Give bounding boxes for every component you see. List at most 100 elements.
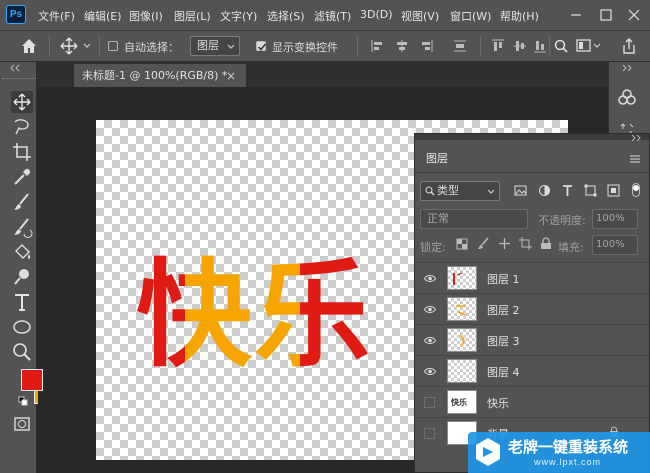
foreground-color-fill-top	[22, 370, 42, 390]
visibility-toggle[interactable]	[424, 397, 435, 408]
watermark-badge: 老牌一键重装系统 www.lpxt.com	[468, 432, 650, 473]
filter-adjustment-icon[interactable]	[538, 184, 551, 197]
distribute-icon[interactable]	[452, 38, 468, 54]
default-colors-icon[interactable]	[18, 396, 28, 406]
menu-edit[interactable]: 编辑(E)	[84, 8, 122, 24]
close-tab-icon[interactable]: ×	[226, 69, 236, 83]
opacity-input[interactable]: 100%	[592, 209, 638, 229]
filter-kind-value: 类型	[437, 184, 459, 197]
menu-layer[interactable]: 图层(L)	[174, 8, 211, 24]
lock-transparent-icon[interactable]	[456, 238, 468, 250]
eye-icon	[424, 337, 436, 344]
eye-icon	[424, 368, 436, 375]
toolbar-grip	[2, 78, 36, 80]
minimize-icon[interactable]	[566, 6, 586, 24]
align-bottom-icon[interactable]	[532, 38, 548, 54]
fill-input[interactable]: 100%	[592, 235, 638, 255]
filter-shape-icon[interactable]	[584, 184, 597, 197]
home-icon[interactable]	[20, 37, 38, 55]
show-transform-checkbox[interactable]	[256, 41, 267, 51]
filter-pixel-icon[interactable]	[514, 184, 527, 197]
foreground-color-swatch-top[interactable]	[21, 369, 43, 391]
filter-kind-dropdown[interactable]: 类型	[420, 181, 500, 201]
layer-row[interactable]: 图层 3	[415, 324, 649, 354]
maximize-icon[interactable]	[596, 6, 616, 24]
move-tool-preset-icon[interactable]	[60, 37, 92, 55]
ellipse-tool-icon[interactable]	[11, 316, 33, 338]
layer-name: 快乐	[487, 397, 509, 410]
history-brush-tool-icon[interactable]	[11, 216, 33, 238]
lock-all-icon[interactable]	[540, 237, 552, 250]
divider	[357, 36, 358, 56]
brush-tool-icon[interactable]	[11, 191, 33, 213]
move-tool-icon[interactable]	[11, 91, 33, 113]
libraries-icon[interactable]	[616, 86, 638, 108]
zoom-tool-icon[interactable]	[11, 341, 33, 363]
close-window-icon[interactable]	[624, 6, 644, 24]
panel-menu-icon[interactable]	[629, 154, 641, 164]
tab-layers[interactable]: 图层	[418, 146, 456, 172]
lock-label: 锁定:	[420, 241, 446, 254]
filter-toggle-knob	[633, 185, 639, 191]
expand-dock-icon[interactable]	[620, 64, 634, 72]
paint-bucket-tool-icon[interactable]	[11, 241, 33, 263]
visibility-toggle[interactable]	[424, 428, 435, 439]
collapse-toolbar-icon[interactable]	[8, 64, 22, 72]
menu-help[interactable]: 帮助(H)	[500, 8, 539, 24]
filter-toggle[interactable]	[632, 183, 640, 197]
layer-row[interactable]: 图层 1	[415, 262, 649, 292]
lock-image-icon[interactable]	[477, 237, 490, 250]
workspace-icon[interactable]	[576, 38, 602, 54]
layer-row[interactable]: 快乐 快乐	[415, 386, 649, 416]
layer-thumbnail	[447, 328, 477, 352]
layer-name: 图层 4	[487, 366, 520, 379]
tab-layers-label: 图层	[426, 152, 448, 165]
watermark-url: www.lpxt.com	[534, 457, 602, 467]
document-tab-title: 未标题-1 @ 100%(RGB/8) *	[82, 69, 228, 82]
layer-row[interactable]: 图层 2	[415, 293, 649, 323]
eyedropper-tool-icon[interactable]	[11, 166, 33, 188]
divider	[549, 36, 550, 56]
lock-artboard-icon[interactable]	[519, 237, 532, 250]
auto-select-dropdown[interactable]: 图层	[190, 36, 240, 56]
dodge-tool-icon[interactable]	[11, 266, 33, 288]
panel-grip	[415, 134, 649, 140]
menu-3d[interactable]: 3D(D)	[360, 8, 393, 21]
divider	[415, 172, 649, 173]
auto-select-checkbox[interactable]	[108, 41, 118, 51]
layer-thumbnail-text: 快乐	[451, 398, 467, 407]
align-middle-v-icon[interactable]	[512, 38, 528, 54]
filter-type-icon[interactable]	[561, 184, 574, 197]
lock-position-icon[interactable]	[498, 237, 511, 250]
layer-thumbnail	[447, 297, 477, 321]
search-icon[interactable]	[553, 38, 569, 54]
align-center-h-icon[interactable]	[394, 38, 410, 54]
opacity-value: 100%	[596, 213, 625, 224]
document-tab[interactable]: 未标题-1 @ 100%(RGB/8) *	[74, 64, 246, 87]
eye-icon	[424, 275, 436, 282]
opacity-label: 不透明度:	[538, 214, 586, 227]
menu-type[interactable]: 文字(Y)	[220, 8, 257, 24]
menu-window[interactable]: 窗口(W)	[450, 8, 491, 24]
share-icon[interactable]	[620, 37, 638, 55]
chevron-down-icon	[487, 189, 495, 194]
menu-file[interactable]: 文件(F)	[38, 8, 75, 24]
auto-select-label: 自动选择：	[124, 41, 179, 54]
align-top-icon[interactable]	[490, 38, 506, 54]
align-left-icon[interactable]	[370, 38, 386, 54]
menu-image[interactable]: 图像(I)	[129, 8, 163, 24]
lasso-tool-icon[interactable]	[11, 116, 33, 138]
collapse-panel-icon[interactable]	[628, 135, 642, 141]
blend-mode-dropdown[interactable]: 正常	[420, 209, 528, 229]
menu-select[interactable]: 选择(S)	[267, 8, 305, 24]
blend-mode-value: 正常	[427, 212, 449, 225]
align-right-icon[interactable]	[418, 38, 434, 54]
filter-smart-object-icon[interactable]	[607, 184, 620, 197]
layer-row[interactable]: 图层 4	[415, 355, 649, 385]
quick-mask-icon[interactable]	[11, 413, 33, 435]
photoshop-logo: Ps	[6, 5, 26, 24]
menu-filter[interactable]: 滤镜(T)	[314, 8, 351, 24]
type-tool-icon[interactable]	[11, 291, 33, 313]
menu-view[interactable]: 视图(V)	[401, 8, 439, 24]
crop-tool-icon[interactable]	[11, 141, 33, 163]
